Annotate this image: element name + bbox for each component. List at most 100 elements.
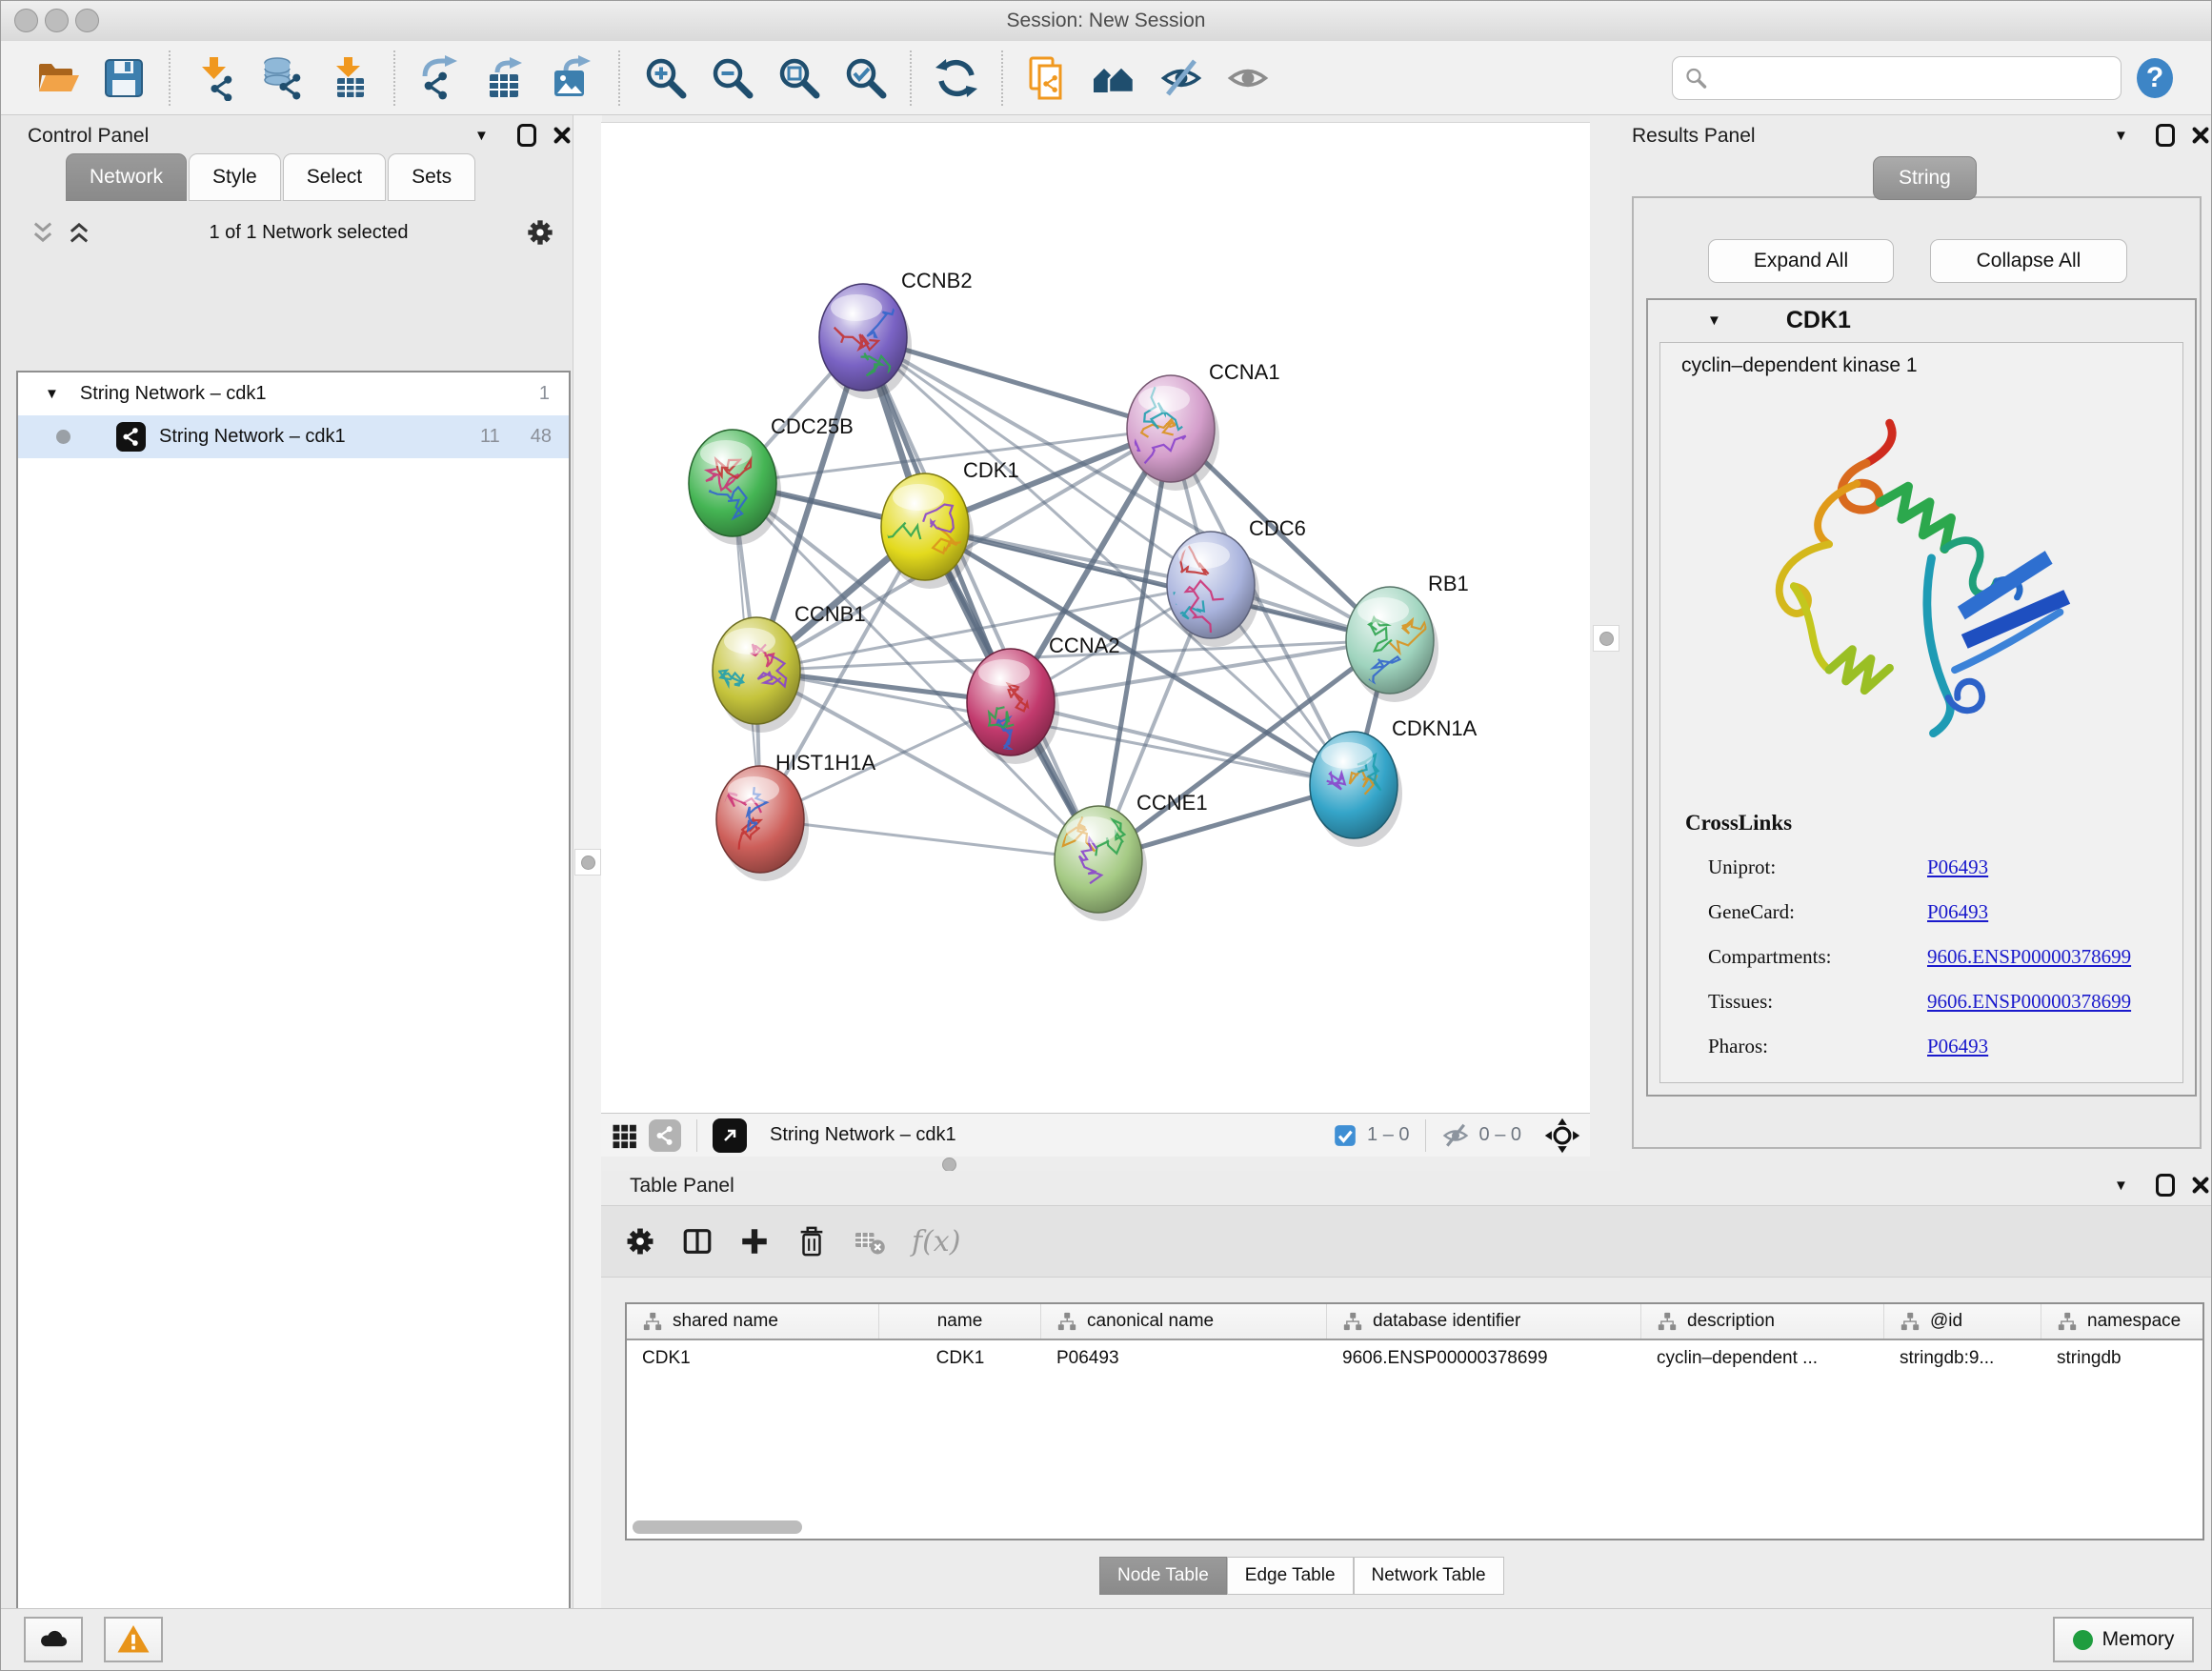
tab-style[interactable]: Style — [189, 153, 281, 201]
pan-crosshair-icon[interactable] — [1544, 1117, 1580, 1154]
table-row[interactable]: CDK1 CDK1 P06493 9606.ENSP00000378699 cy… — [627, 1340, 2202, 1377]
panel-menu-arrow-icon[interactable]: ▼ — [2114, 1178, 2128, 1194]
float-panel-icon[interactable] — [2156, 1174, 2175, 1197]
network-tree: ▼ String Network – cdk1 1 String Network… — [16, 371, 571, 1671]
crosslink-uniprot[interactable]: P06493 — [1927, 856, 1988, 879]
add-column-icon[interactable] — [738, 1225, 771, 1258]
search-input[interactable] — [1715, 66, 2109, 90]
bottom-splitter-handle[interactable] — [942, 1158, 956, 1172]
shared-column-icon — [1342, 1311, 1363, 1332]
column-header-description[interactable]: description — [1641, 1304, 1884, 1339]
network-node-CDKN1A[interactable]: CDKN1A — [1310, 716, 1478, 847]
save-session-button[interactable] — [99, 53, 149, 103]
network-node-CCNA1[interactable]: CCNA1 — [1120, 360, 1279, 491]
show-columns-icon[interactable] — [681, 1225, 714, 1258]
network-node-CDC25B[interactable]: CDC25B — [689, 414, 854, 545]
crosslink-compartments[interactable]: 9606.ENSP00000378699 — [1927, 945, 2131, 969]
network-view-toolbar: String Network – cdk1 1 – 0 0 – 0 — [601, 1113, 1590, 1157]
network-label: String Network – cdk1 — [159, 426, 346, 448]
crosslink-row: GeneCard: P06493 — [1708, 890, 2182, 935]
crosslink-tissues[interactable]: 9606.ENSP00000378699 — [1927, 990, 2131, 1014]
zoom-window-light[interactable] — [75, 9, 99, 32]
memory-button[interactable]: Memory — [2053, 1617, 2194, 1662]
home-networks-button[interactable] — [1090, 53, 1139, 103]
zoom-selected-button[interactable] — [840, 53, 890, 103]
refresh-button[interactable] — [932, 53, 981, 103]
birdseye-grid-icon[interactable] — [611, 1121, 639, 1150]
zoom-in-button[interactable] — [640, 53, 690, 103]
function-builder-icon[interactable]: f(x) — [912, 1225, 960, 1258]
zoom-out-button[interactable] — [707, 53, 756, 103]
collapse-all-button[interactable]: Collapse All — [1930, 239, 2127, 283]
toolbar-search[interactable] — [1672, 56, 2122, 100]
show-panel-button[interactable] — [1223, 53, 1273, 103]
tab-edge-table[interactable]: Edge Table — [1227, 1557, 1354, 1595]
collapse-all-icon[interactable] — [30, 219, 56, 246]
left-splitter-handle[interactable] — [574, 849, 601, 876]
table-toolbar: f(x) — [601, 1205, 2212, 1278]
network-node-RB1[interactable]: RB1 — [1346, 572, 1469, 702]
panel-menu-arrow-icon[interactable]: ▼ — [474, 128, 489, 144]
export-image-button[interactable] — [549, 53, 598, 103]
column-header-shared-name[interactable]: shared name — [627, 1304, 879, 1339]
export-table-button[interactable] — [482, 53, 532, 103]
tab-network-table[interactable]: Network Table — [1354, 1557, 1504, 1595]
expand-all-button[interactable]: Expand All — [1708, 239, 1894, 283]
float-panel-icon[interactable] — [517, 124, 536, 147]
network-row[interactable]: String Network – cdk1 11 48 — [18, 415, 569, 458]
minimize-window-light[interactable] — [45, 9, 69, 32]
close-panel-icon[interactable] — [2190, 1175, 2211, 1196]
expander-icon[interactable]: ▼ — [45, 386, 59, 402]
column-header-canonical-name[interactable]: canonical name — [1041, 1304, 1327, 1339]
export-network-button[interactable] — [415, 53, 465, 103]
zoom-fit-button[interactable] — [774, 53, 823, 103]
tab-network[interactable]: Network — [66, 153, 187, 201]
import-table-button[interactable] — [324, 53, 373, 103]
crosslink-genecard[interactable]: P06493 — [1927, 900, 1988, 924]
column-header-namespace[interactable]: namespace — [2041, 1304, 2202, 1339]
control-panel-tabs: Network Style Select Sets — [66, 153, 477, 201]
help-icon: ? — [2132, 55, 2178, 101]
column-header-name[interactable]: name — [879, 1304, 1041, 1339]
network-thumbnail-icon[interactable] — [649, 1119, 681, 1152]
tab-select[interactable]: Select — [283, 153, 386, 201]
hide-panel-button[interactable] — [1156, 53, 1206, 103]
tab-sets[interactable]: Sets — [388, 153, 475, 201]
panel-menu-arrow-icon[interactable]: ▼ — [2114, 128, 2128, 144]
network-node-HIST1H1A[interactable]: HIST1H1A — [714, 751, 876, 881]
column-header-database-identifier[interactable]: database identifier — [1327, 1304, 1641, 1339]
hidden-eye-icon[interactable] — [1441, 1121, 1470, 1150]
help-button[interactable]: ? — [2130, 53, 2180, 103]
cloud-button[interactable] — [24, 1617, 83, 1662]
warning-button[interactable] — [104, 1617, 163, 1662]
main-toolbar: ? — [1, 41, 2211, 115]
expander-icon[interactable]: ▼ — [1707, 312, 1721, 329]
float-panel-icon[interactable] — [2156, 124, 2175, 147]
close-window-light[interactable] — [14, 9, 38, 32]
column-header-id[interactable]: @id — [1884, 1304, 2041, 1339]
import-network-file-button[interactable] — [191, 53, 240, 103]
delete-table-icon[interactable] — [853, 1224, 887, 1258]
close-panel-icon[interactable] — [552, 125, 573, 146]
network-collection-row[interactable]: ▼ String Network – cdk1 1 — [18, 372, 569, 415]
collection-label: String Network – cdk1 — [80, 383, 267, 405]
zoom-fit-icon — [775, 55, 821, 101]
tab-node-table[interactable]: Node Table — [1099, 1557, 1227, 1595]
network-canvas[interactable]: CCNB2CCNA1CDC25BCDK1CDC6RB1CCNB1CCNA2CDK… — [601, 122, 1590, 1114]
delete-column-icon[interactable] — [795, 1225, 828, 1258]
close-panel-icon[interactable] — [2190, 125, 2211, 146]
gear-icon[interactable] — [525, 217, 555, 248]
import-network-database-button[interactable] — [257, 53, 307, 103]
tab-string[interactable]: String — [1873, 156, 1977, 200]
open-file-button[interactable] — [32, 53, 82, 103]
network-node-CCNB2[interactable]: CCNB2 — [819, 269, 973, 399]
horizontal-scrollbar-thumb[interactable] — [633, 1520, 802, 1534]
detach-view-button[interactable] — [713, 1118, 747, 1153]
table-settings-gear-icon[interactable] — [624, 1225, 656, 1258]
expand-all-icon[interactable] — [66, 219, 92, 246]
node-result-header[interactable]: ▼ CDK1 — [1648, 300, 2195, 340]
duplicate-network-button[interactable] — [1023, 53, 1073, 103]
crosslink-pharos[interactable]: P06493 — [1927, 1035, 1988, 1058]
selected-checkbox-icon[interactable] — [1333, 1123, 1357, 1148]
right-splitter-handle[interactable] — [1593, 625, 1619, 652]
